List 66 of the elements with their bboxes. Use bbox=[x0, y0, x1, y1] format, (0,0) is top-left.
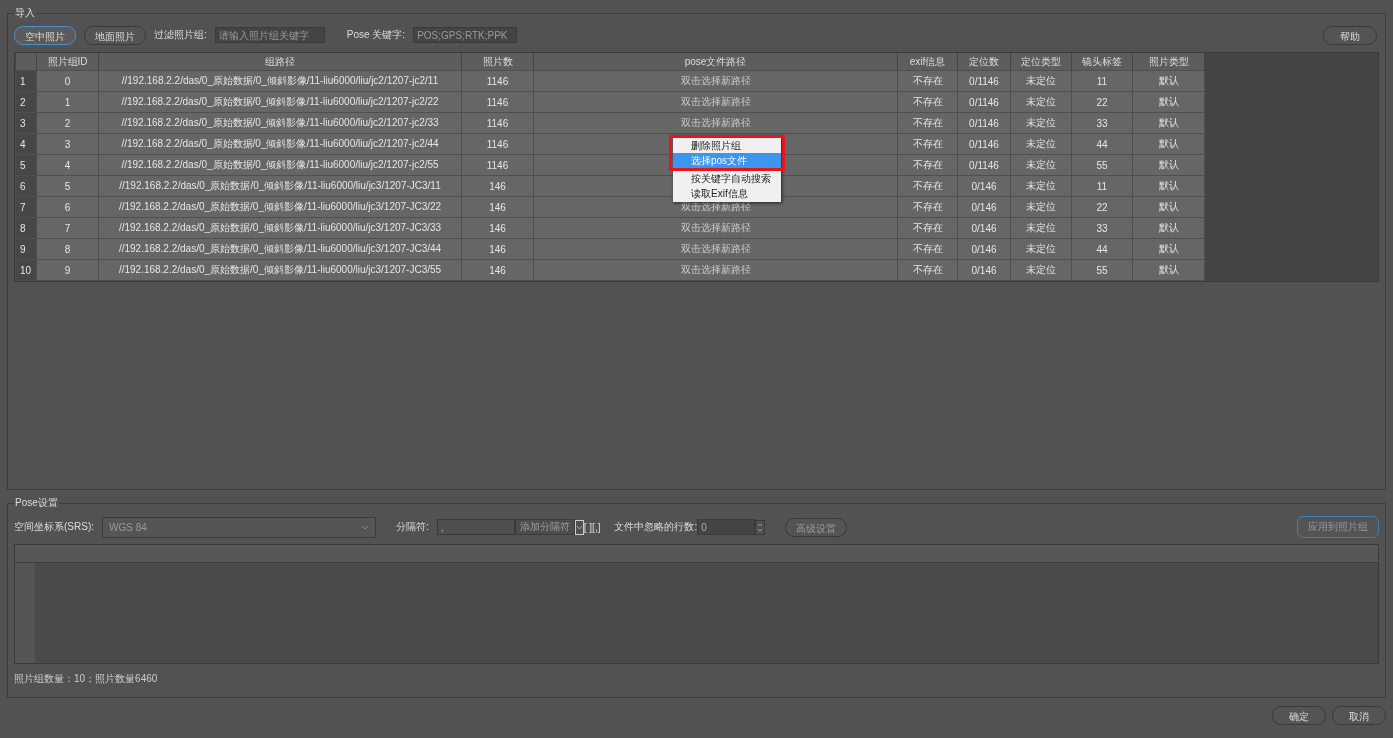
filter-label: 过滤照片组: bbox=[154, 28, 207, 42]
column-header[interactable]: 照片类型 bbox=[1132, 53, 1205, 71]
column-header[interactable]: 定位类型 bbox=[1010, 53, 1072, 71]
dialog-button[interactable]: 确定 bbox=[1272, 706, 1326, 725]
help-button[interactable]: 帮助 bbox=[1323, 25, 1377, 45]
dialog-button[interactable]: 取消 bbox=[1332, 706, 1386, 725]
skip-lines-label: 文件中忽略的行数: bbox=[614, 520, 698, 534]
table-cell: 双击选择新路径 bbox=[533, 217, 898, 239]
table-cell: 0 bbox=[36, 70, 99, 92]
separator-field[interactable]: , bbox=[436, 519, 515, 535]
table-cell: //192.168.2.2/das/0_原始数据/0_倾斜影像/11-liu6000/liu/jc2/1207-jc2/44 bbox=[98, 133, 462, 155]
photo-type-button[interactable]: 空中照片 bbox=[14, 25, 76, 45]
table-cell: //192.168.2.2/das/0_原始数据/0_倾斜影像/11-liu6000/liu/jc2/1207-jc2/11 bbox=[98, 70, 462, 92]
table-cell: 双击选择新路径 bbox=[533, 259, 898, 281]
column-header[interactable]: 组路径 bbox=[98, 53, 462, 71]
table-cell: 11 bbox=[1071, 70, 1133, 92]
filter-field[interactable]: 请输入照片组关键字 bbox=[214, 27, 325, 43]
row-number: 7 bbox=[15, 196, 37, 218]
row-number: 10 bbox=[15, 259, 37, 281]
srs-dropdown[interactable]: WGS 84 bbox=[102, 516, 376, 538]
table-cell: 双击选择新路径 bbox=[533, 91, 898, 113]
spinner-arrows-icon[interactable] bbox=[755, 519, 766, 535]
row-number: 6 bbox=[15, 175, 37, 197]
column-header[interactable]: exif信息 bbox=[897, 53, 958, 71]
row-number: 1 bbox=[15, 70, 37, 92]
table-cell: //192.168.2.2/das/0_原始数据/0_倾斜影像/11-liu6000/liu/jc3/1207-JC3/33 bbox=[98, 217, 462, 239]
column-header[interactable]: pose文件路径 bbox=[533, 53, 898, 71]
skip-lines-field[interactable]: 0 bbox=[697, 519, 756, 535]
table-cell: 未定位 bbox=[1010, 70, 1072, 92]
table-cell: //192.168.2.2/das/0_原始数据/0_倾斜影像/11-liu6000/liu/jc3/1207-JC3/55 bbox=[98, 259, 462, 281]
column-header[interactable]: 照片数 bbox=[461, 53, 534, 71]
table-cell: 双击选择新路径 bbox=[533, 70, 898, 92]
menu-item[interactable]: 按关键字自动搜索 bbox=[673, 171, 781, 186]
pose-keyword-field[interactable]: POS;GPS;RTK;PPK bbox=[413, 27, 518, 43]
separator-label: 分隔符: bbox=[396, 520, 429, 534]
row-number: 2 bbox=[15, 91, 37, 113]
table-cell: //192.168.2.2/das/0_原始数据/0_倾斜影像/11-liu6000/liu/jc3/1207-JC3/22 bbox=[98, 196, 462, 218]
table-cell: 不存在 bbox=[897, 70, 958, 92]
group-title: 导入 bbox=[14, 6, 36, 20]
table-cell: //192.168.2.2/das/0_原始数据/0_倾斜影像/11-liu6000/liu/jc2/1207-jc2/22 bbox=[98, 91, 462, 113]
table-cell: //192.168.2.2/das/0_原始数据/0_倾斜影像/11-liu6000/liu/jc2/1207-jc2/33 bbox=[98, 112, 462, 134]
table-cell: 双击选择新路径 bbox=[533, 238, 898, 260]
add-separator-dropdown[interactable]: 添加分隔符 bbox=[514, 519, 575, 535]
group-title: Pose设置 bbox=[14, 496, 59, 510]
row-number: 4 bbox=[15, 133, 37, 155]
row-number: 3 bbox=[15, 112, 37, 134]
row-number: 9 bbox=[15, 238, 37, 260]
menu-item[interactable]: 选择pos文件 bbox=[673, 153, 781, 168]
row-number: 5 bbox=[15, 154, 37, 176]
pose-keyword-label: Pose 关键字: bbox=[346, 28, 406, 42]
column-header[interactable]: 照片组ID bbox=[36, 53, 99, 71]
table-cell: //192.168.2.2/das/0_原始数据/0_倾斜影像/11-liu6000/liu/jc3/1207-JC3/44 bbox=[98, 238, 462, 260]
column-header[interactable]: 镜头标签 bbox=[1071, 53, 1133, 71]
column-header[interactable]: 定位数 bbox=[957, 53, 1011, 71]
table-cell: 双击选择新路径 bbox=[533, 112, 898, 134]
separator-display: [ ][,] bbox=[583, 521, 601, 533]
row-number: 8 bbox=[15, 217, 37, 239]
srs-label: 空间坐标系(SRS): bbox=[14, 520, 94, 534]
table-cell: 1146 bbox=[461, 70, 534, 92]
table-cell: //192.168.2.2/das/0_原始数据/0_倾斜影像/11-liu6000/liu/jc2/1207-jc2/55 bbox=[98, 154, 462, 176]
apply-button[interactable]: 应用到照片组 bbox=[1297, 516, 1379, 538]
table-cell: //192.168.2.2/das/0_原始数据/0_倾斜影像/11-liu6000/liu/jc3/1207-JC3/11 bbox=[98, 175, 462, 197]
table-cell: 默认 bbox=[1132, 70, 1205, 92]
status-text: 照片组数量：10；照片数量6460 bbox=[14, 672, 158, 686]
table-cell: 0/1146 bbox=[957, 70, 1011, 92]
photo-type-button[interactable]: 地面照片 bbox=[84, 25, 146, 45]
